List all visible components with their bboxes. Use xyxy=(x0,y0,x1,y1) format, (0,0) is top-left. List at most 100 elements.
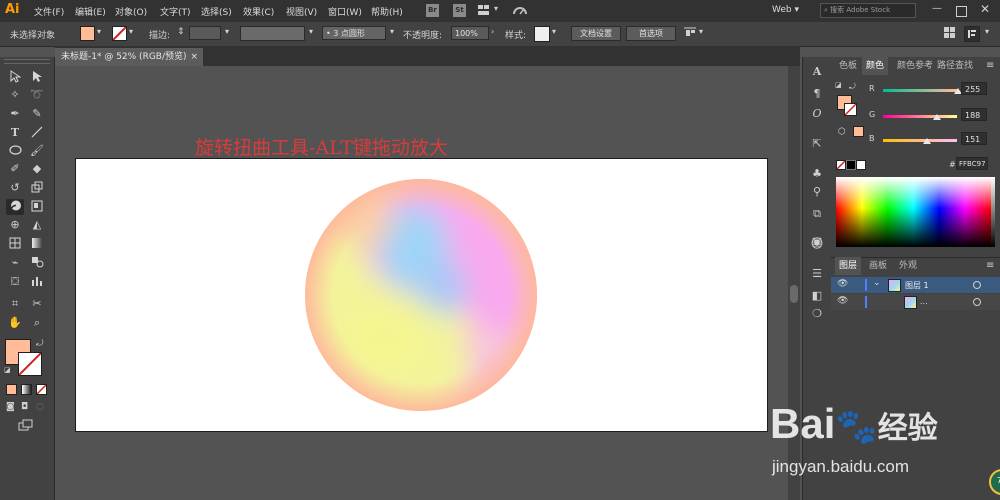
direct-selection-tool-icon[interactable] xyxy=(29,70,45,84)
target-circle-icon[interactable] xyxy=(973,281,981,289)
draw-normal-icon[interactable]: ◙ xyxy=(6,402,15,412)
gamut-warning-icon[interactable]: ⬡ xyxy=(838,127,846,137)
curvature-tool-icon[interactable]: ✎ xyxy=(29,107,45,121)
b-slider-track[interactable] xyxy=(883,139,957,142)
asset-export-icon[interactable]: ⧉ xyxy=(810,207,824,221)
workspace-switcher[interactable]: Web ▾ xyxy=(772,5,799,15)
stroke-weight-stepper[interactable]: ⇕ xyxy=(177,27,185,37)
stroke-color-box[interactable] xyxy=(18,352,42,376)
g-slider-handle[interactable] xyxy=(933,114,941,120)
layer-name[interactable]: ... xyxy=(920,297,928,306)
transparency-icon[interactable]: ◧ xyxy=(810,289,824,303)
tab-layers[interactable]: 图层 xyxy=(835,257,862,275)
info-icon[interactable]: ⓘ xyxy=(810,237,824,251)
twirled-gradient-circle[interactable] xyxy=(304,178,538,412)
perspective-grid-tool-icon[interactable]: ◭ xyxy=(29,218,45,232)
black-swatch[interactable] xyxy=(846,160,856,170)
blend-tool-icon[interactable] xyxy=(29,256,45,270)
align-icon[interactable] xyxy=(683,27,697,42)
menu-object[interactable]: 对象(O) xyxy=(115,5,147,18)
panel-menu-icon[interactable]: ≡ xyxy=(986,260,994,271)
fill-swatch[interactable] xyxy=(80,26,95,41)
tab-color[interactable]: 颜色 xyxy=(862,57,889,75)
artboard-tool-icon[interactable]: ⌗ xyxy=(7,297,23,311)
menu-effect[interactable]: 效果(C) xyxy=(243,5,274,18)
menu-window[interactable]: 窗口(W) xyxy=(328,5,362,18)
menu-type[interactable]: 文字(T) xyxy=(160,5,191,18)
color-mode-button[interactable] xyxy=(6,384,17,395)
column-graph-tool-icon[interactable] xyxy=(29,275,45,289)
toolbar-grip[interactable] xyxy=(4,59,50,64)
tab-color-guide[interactable]: 颜色参考 xyxy=(893,57,937,75)
shaper-tool-icon[interactable]: ✐ xyxy=(7,162,23,176)
artboard[interactable] xyxy=(75,158,768,432)
chevron-down-icon[interactable]: ⌄ xyxy=(873,278,881,288)
visibility-eye-icon[interactable]: 👁 xyxy=(837,279,848,289)
brushes-icon[interactable]: ⚲ xyxy=(810,185,824,199)
symbols-icon[interactable]: ♣ xyxy=(810,167,824,181)
variable-width-profile[interactable] xyxy=(240,26,305,41)
chevron-down-icon[interactable]: ▾ xyxy=(225,27,229,36)
swap-fill-stroke-icon[interactable]: ⤾ xyxy=(36,339,44,349)
selection-tool-icon[interactable] xyxy=(7,70,23,84)
line-tool-icon[interactable] xyxy=(29,126,45,140)
target-circle-icon[interactable] xyxy=(973,298,981,306)
stroke-weight-field[interactable] xyxy=(189,26,221,40)
chevron-right-icon[interactable]: › xyxy=(491,27,494,36)
chevron-down-icon[interactable]: ▾ xyxy=(97,27,101,36)
hand-tool-icon[interactable]: ✋ xyxy=(7,316,23,330)
type-tool-icon[interactable]: T xyxy=(7,126,23,140)
magic-wand-tool-icon[interactable]: ✧ xyxy=(7,88,23,102)
slice-tool-icon[interactable]: ✂ xyxy=(29,297,45,311)
shape-builder-tool-icon[interactable]: ⊕ xyxy=(7,218,23,232)
chevron-down-icon[interactable]: ▾ xyxy=(552,27,556,36)
opentype-icon[interactable]: O xyxy=(810,107,824,121)
b-slider-handle[interactable] xyxy=(923,138,931,144)
hex-field[interactable]: FFBC97 xyxy=(956,157,988,170)
tab-swatches[interactable]: 色板 xyxy=(835,57,861,75)
close-button[interactable]: ✕ xyxy=(980,2,990,16)
paragraph-icon[interactable]: ¶ xyxy=(810,87,824,101)
symbol-sprayer-tool-icon[interactable]: ⛋ xyxy=(7,275,23,289)
eraser-tool-icon[interactable]: ◆ xyxy=(29,162,45,176)
gradient-mode-button[interactable] xyxy=(21,384,32,395)
align-panel-icon[interactable]: ☰ xyxy=(810,267,824,281)
b-value-field[interactable]: 151 xyxy=(961,132,987,145)
chevron-down-icon[interactable]: ▾ xyxy=(494,4,498,13)
arrange-icon[interactable] xyxy=(944,27,956,42)
menu-view[interactable]: 视图(V) xyxy=(286,5,317,18)
layer-row[interactable]: 👁 ⌄ 图层 1 xyxy=(831,277,1000,293)
panel-menu-button[interactable] xyxy=(964,26,980,42)
swap-icon[interactable]: ⤾ xyxy=(849,82,856,92)
eyedropper-tool-icon[interactable]: ⌁ xyxy=(7,256,23,270)
default-colors-icon[interactable]: ◪ xyxy=(4,366,11,374)
free-transform-tool-icon[interactable] xyxy=(29,200,45,214)
chevron-down-icon[interactable]: ▾ xyxy=(390,27,394,36)
bridge-button[interactable]: Br xyxy=(426,4,439,17)
mesh-tool-icon[interactable] xyxy=(7,237,23,251)
scale-tool-icon[interactable] xyxy=(29,181,45,195)
layer-row[interactable]: 👁 ... xyxy=(831,294,1000,310)
menu-edit[interactable]: 编辑(E) xyxy=(75,5,106,18)
stock-search-input[interactable]: ⌕ 搜索 Adobe Stock xyxy=(820,3,916,18)
menu-select[interactable]: 选择(S) xyxy=(201,5,232,18)
panel-stroke-swatch[interactable] xyxy=(844,103,857,116)
gradient-tool-icon[interactable] xyxy=(29,237,45,251)
color-spectrum[interactable] xyxy=(836,177,991,247)
pen-tool-icon[interactable]: ✒ xyxy=(7,107,23,121)
default-icon[interactable]: ◪ xyxy=(835,81,842,89)
menu-help[interactable]: 帮助(H) xyxy=(371,5,403,18)
opacity-field[interactable]: 100% xyxy=(451,26,489,40)
g-value-field[interactable]: 188 xyxy=(961,108,987,121)
arrange-documents-icon[interactable] xyxy=(478,4,490,16)
panel-menu-icon[interactable]: ≡ xyxy=(986,60,994,71)
stroke-swatch[interactable] xyxy=(112,26,127,41)
g-slider-track[interactable] xyxy=(883,115,957,118)
none-swatch[interactable] xyxy=(836,160,846,170)
chevron-down-icon[interactable]: ▾ xyxy=(129,27,133,36)
graphic-style-swatch[interactable] xyxy=(534,26,550,42)
brush-definition-field[interactable]: • 3 点圆形 xyxy=(322,26,386,40)
appearance-icon[interactable]: ❍ xyxy=(810,307,824,321)
preferences-button[interactable]: 首选项 xyxy=(626,26,676,41)
white-swatch[interactable] xyxy=(856,160,866,170)
